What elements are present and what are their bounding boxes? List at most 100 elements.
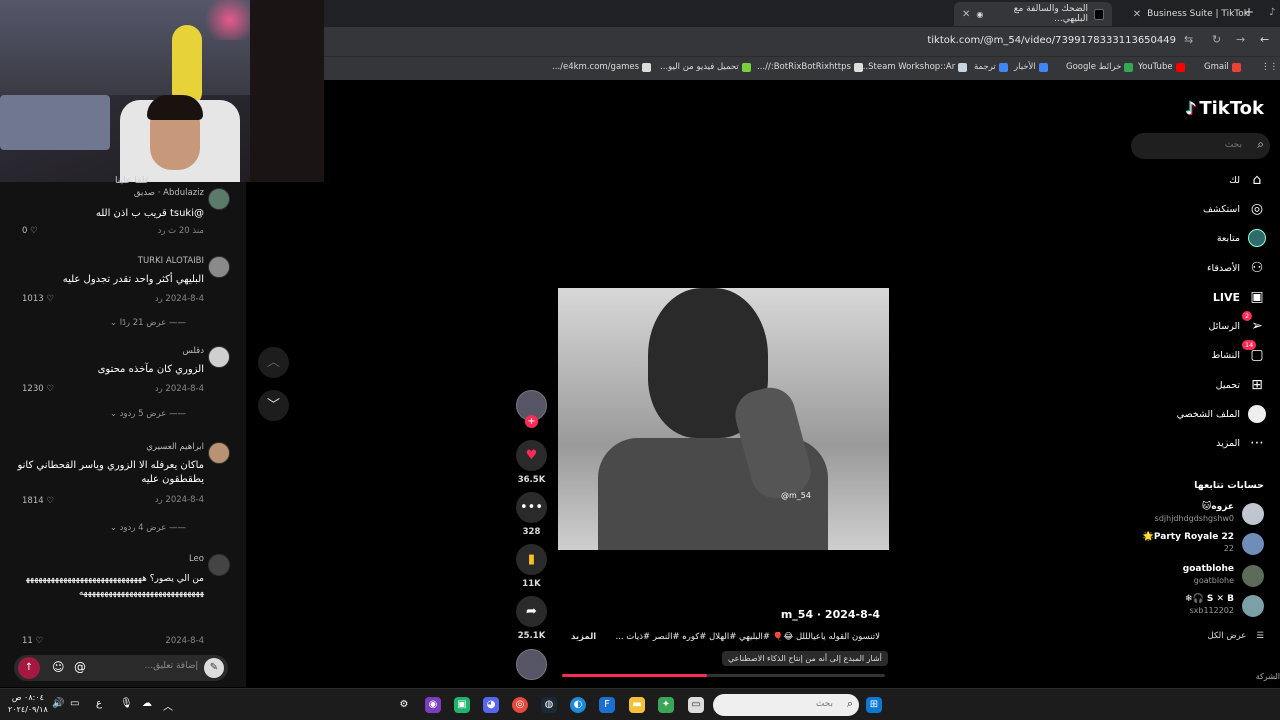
sidebar-item-for-you[interactable]: ⌂ لك [1229, 170, 1266, 190]
comment-author[interactable]: ابراهيم العسيري [146, 442, 204, 452]
sidebar-item-messages[interactable]: ➢ 2 الرسائل [1209, 311, 1266, 336]
steam-icon[interactable]: ◍ [541, 697, 557, 713]
comment-meta[interactable]: 2024-8-4 [165, 636, 204, 646]
tiktok-logo[interactable]: ♪ TikTok [1185, 98, 1264, 119]
sidebar-item-explore[interactable]: ◎ استكشف [1203, 199, 1266, 219]
bookmark-gmail[interactable]: Gmail [1204, 62, 1241, 72]
comment-icon[interactable]: ••• [516, 492, 547, 523]
language-indicator[interactable]: ع [96, 698, 102, 709]
discord-icon[interactable]: ◕ [483, 697, 499, 713]
site-settings-icon[interactable]: ⇆ [1184, 33, 1193, 46]
bookmark-icon[interactable]: ▮ [516, 544, 547, 575]
windows-start-icon[interactable]: ⊞ [866, 697, 882, 713]
video-progress-bar[interactable] [562, 674, 885, 677]
comment-like[interactable]: 11 ♡ [22, 636, 43, 646]
volume-icon[interactable]: 🔊 [52, 698, 64, 709]
tab-tiktok-video[interactable]: الضحك والسالفة مع البليهي... ◉ ✕ [954, 2, 1112, 26]
bookmark-e4km[interactable]: e4km.com/games/... [552, 62, 652, 72]
new-tab-icon[interactable]: + [1244, 5, 1254, 19]
emoji-icon[interactable]: ☺ [52, 660, 65, 674]
followed-account[interactable]: Party Royale 22🌟 22 [1124, 531, 1264, 557]
sidebar-item-upload[interactable]: ⊞ تحميل [1216, 375, 1266, 395]
share-icon[interactable]: ➦ [516, 596, 547, 627]
search-icon[interactable]: ⌕ [1257, 137, 1264, 152]
task-view-icon[interactable]: ▭ [688, 697, 704, 713]
comment-author[interactable]: دقلس [183, 346, 205, 356]
footer-company-link[interactable]: الشركة [1256, 672, 1280, 681]
next-video-button[interactable]: ﹀ [258, 390, 289, 421]
view-replies-button[interactable]: —— عرض 5 ردود ⌄ [110, 409, 186, 419]
apps-grid-icon[interactable]: ⋮⋮ [1261, 62, 1278, 72]
followed-account[interactable]: عزوه🐱 sdjhjdhdgdshgshw0 [1124, 501, 1264, 527]
sidebar-item-activity[interactable]: ▢ 14 النشاط [1211, 340, 1266, 365]
app-icon-purple[interactable]: ◉ [425, 697, 441, 713]
taskbar-search[interactable]: بحث ⌕ [713, 694, 859, 716]
app-icon-green[interactable]: ▣ [454, 697, 470, 713]
like-action[interactable]: ♥ 36.5K [515, 440, 548, 485]
comment-like[interactable]: 1814 ♡ [22, 496, 54, 506]
back-icon[interactable]: ← [1260, 33, 1269, 46]
bookmark-youtube[interactable]: YouTube [1138, 62, 1185, 72]
settings-gear-icon[interactable]: ⚙ [396, 697, 412, 713]
tab-business-suite[interactable]: Business Suite | TikTok ✕ [1112, 2, 1257, 26]
see-all-following[interactable]: ☰ عرض الكل [1208, 631, 1264, 641]
comment-like[interactable]: 0 ♡ [22, 226, 38, 236]
reload-icon[interactable]: ↻ [1212, 33, 1221, 46]
comment-author[interactable]: TURKI ALOTAIBI [138, 256, 204, 266]
view-replies-button[interactable]: —— عرض 21 ردًا ⌄ [110, 318, 186, 328]
comment-action[interactable]: ••• 328 [515, 492, 548, 537]
bookmark-news[interactable]: الأخبار [1014, 62, 1048, 72]
heart-icon[interactable]: ♥ [516, 440, 547, 471]
sidebar-item-live[interactable]: ▣ LIVE [1213, 287, 1266, 307]
save-action[interactable]: ▮ 11K [515, 544, 548, 589]
mention-icon[interactable]: @ [74, 660, 86, 674]
comment-like[interactable]: 1230 ♡ [22, 384, 54, 394]
bookmark-steam-workshop[interactable]: Steam Workshop::Ar... [860, 62, 968, 72]
next-author-avatar[interactable] [516, 649, 547, 680]
comment-author[interactable]: Leo [189, 554, 204, 564]
followed-account[interactable]: S ✕ B 🎧❄ sxb112202 [1124, 593, 1264, 619]
forward-icon[interactable]: → [1236, 33, 1245, 46]
avatar[interactable] [208, 188, 230, 210]
search-input[interactable]: بحث ⌕ [1131, 133, 1270, 159]
comment-meta[interactable]: 2024-8-4 رد [155, 384, 204, 394]
follow-plus-icon[interactable]: + [525, 415, 538, 428]
microphone-icon[interactable]: 🎙 [120, 698, 133, 709]
tray-expand-icon[interactable]: ︿ [163, 698, 173, 713]
video-player[interactable]: @m_54 [558, 288, 889, 550]
sidebar-item-following[interactable]: متابعة [1217, 228, 1266, 248]
share-action[interactable]: ➦ 25.1K [515, 596, 548, 641]
comment-author[interactable]: Abdulaziz · صديق [134, 188, 204, 198]
caption-more-button[interactable]: المزيد [571, 632, 596, 642]
url-field[interactable]: tiktok.com/@m_54/video/73991783331136504… [927, 35, 1176, 46]
sidebar-item-profile[interactable]: الملف الشخصي [1177, 404, 1266, 424]
comment-meta[interactable]: 2024-8-4 رد [155, 294, 204, 304]
bookmark-botrix[interactable]: BotRixBotRixhttps://... [757, 62, 863, 72]
avatar[interactable] [208, 554, 230, 576]
send-comment-button[interactable]: ↑ [18, 657, 40, 679]
app-icon-tiles[interactable]: ✦ [658, 697, 674, 713]
comment-meta[interactable]: 2024-8-4 رد [155, 495, 204, 505]
bookmark-translate[interactable]: ترجمة [974, 62, 1008, 72]
network-icon[interactable]: ▭ [70, 698, 79, 709]
sidebar-item-more[interactable]: ⋯ المزيد [1216, 433, 1266, 453]
avatar[interactable] [208, 442, 230, 464]
followed-account[interactable]: goatblohe goatblohe [1124, 563, 1264, 589]
sidebar-item-friends[interactable]: ⚇ الأصدقاء [1207, 258, 1266, 278]
cloud-icon[interactable]: ☁ [142, 698, 152, 709]
previous-video-button[interactable]: ︿ [258, 347, 289, 378]
edge-icon[interactable]: ◐ [570, 697, 586, 713]
bookmark-google-maps[interactable]: خرائط Google [1066, 62, 1134, 72]
avatar[interactable] [208, 256, 230, 278]
comment-input[interactable]: إضافة تعليق... ☺ @ ✎ [14, 655, 228, 681]
view-replies-button[interactable]: —— عرض 4 ردود ⌄ [110, 523, 186, 533]
chrome-icon[interactable]: ◎ [512, 697, 528, 713]
video-author[interactable]: m_54 · 2024-8-4 [781, 608, 880, 621]
bookmark-video-download[interactable]: تحميل فيديو من اليو... [660, 62, 751, 72]
taskbar-clock[interactable]: ٠٨:٠٤ ص ٢٠٢٤/٠٩/١٨ [8, 692, 48, 716]
tab-close-icon[interactable]: ✕ [962, 9, 970, 20]
comment-like[interactable]: 1013 ♡ [22, 294, 54, 304]
comment-meta[interactable]: منذ 20 ث رد [158, 226, 204, 236]
tab-close-icon[interactable]: ✕ [1133, 9, 1141, 20]
file-explorer-icon[interactable]: ▬ [629, 697, 645, 713]
